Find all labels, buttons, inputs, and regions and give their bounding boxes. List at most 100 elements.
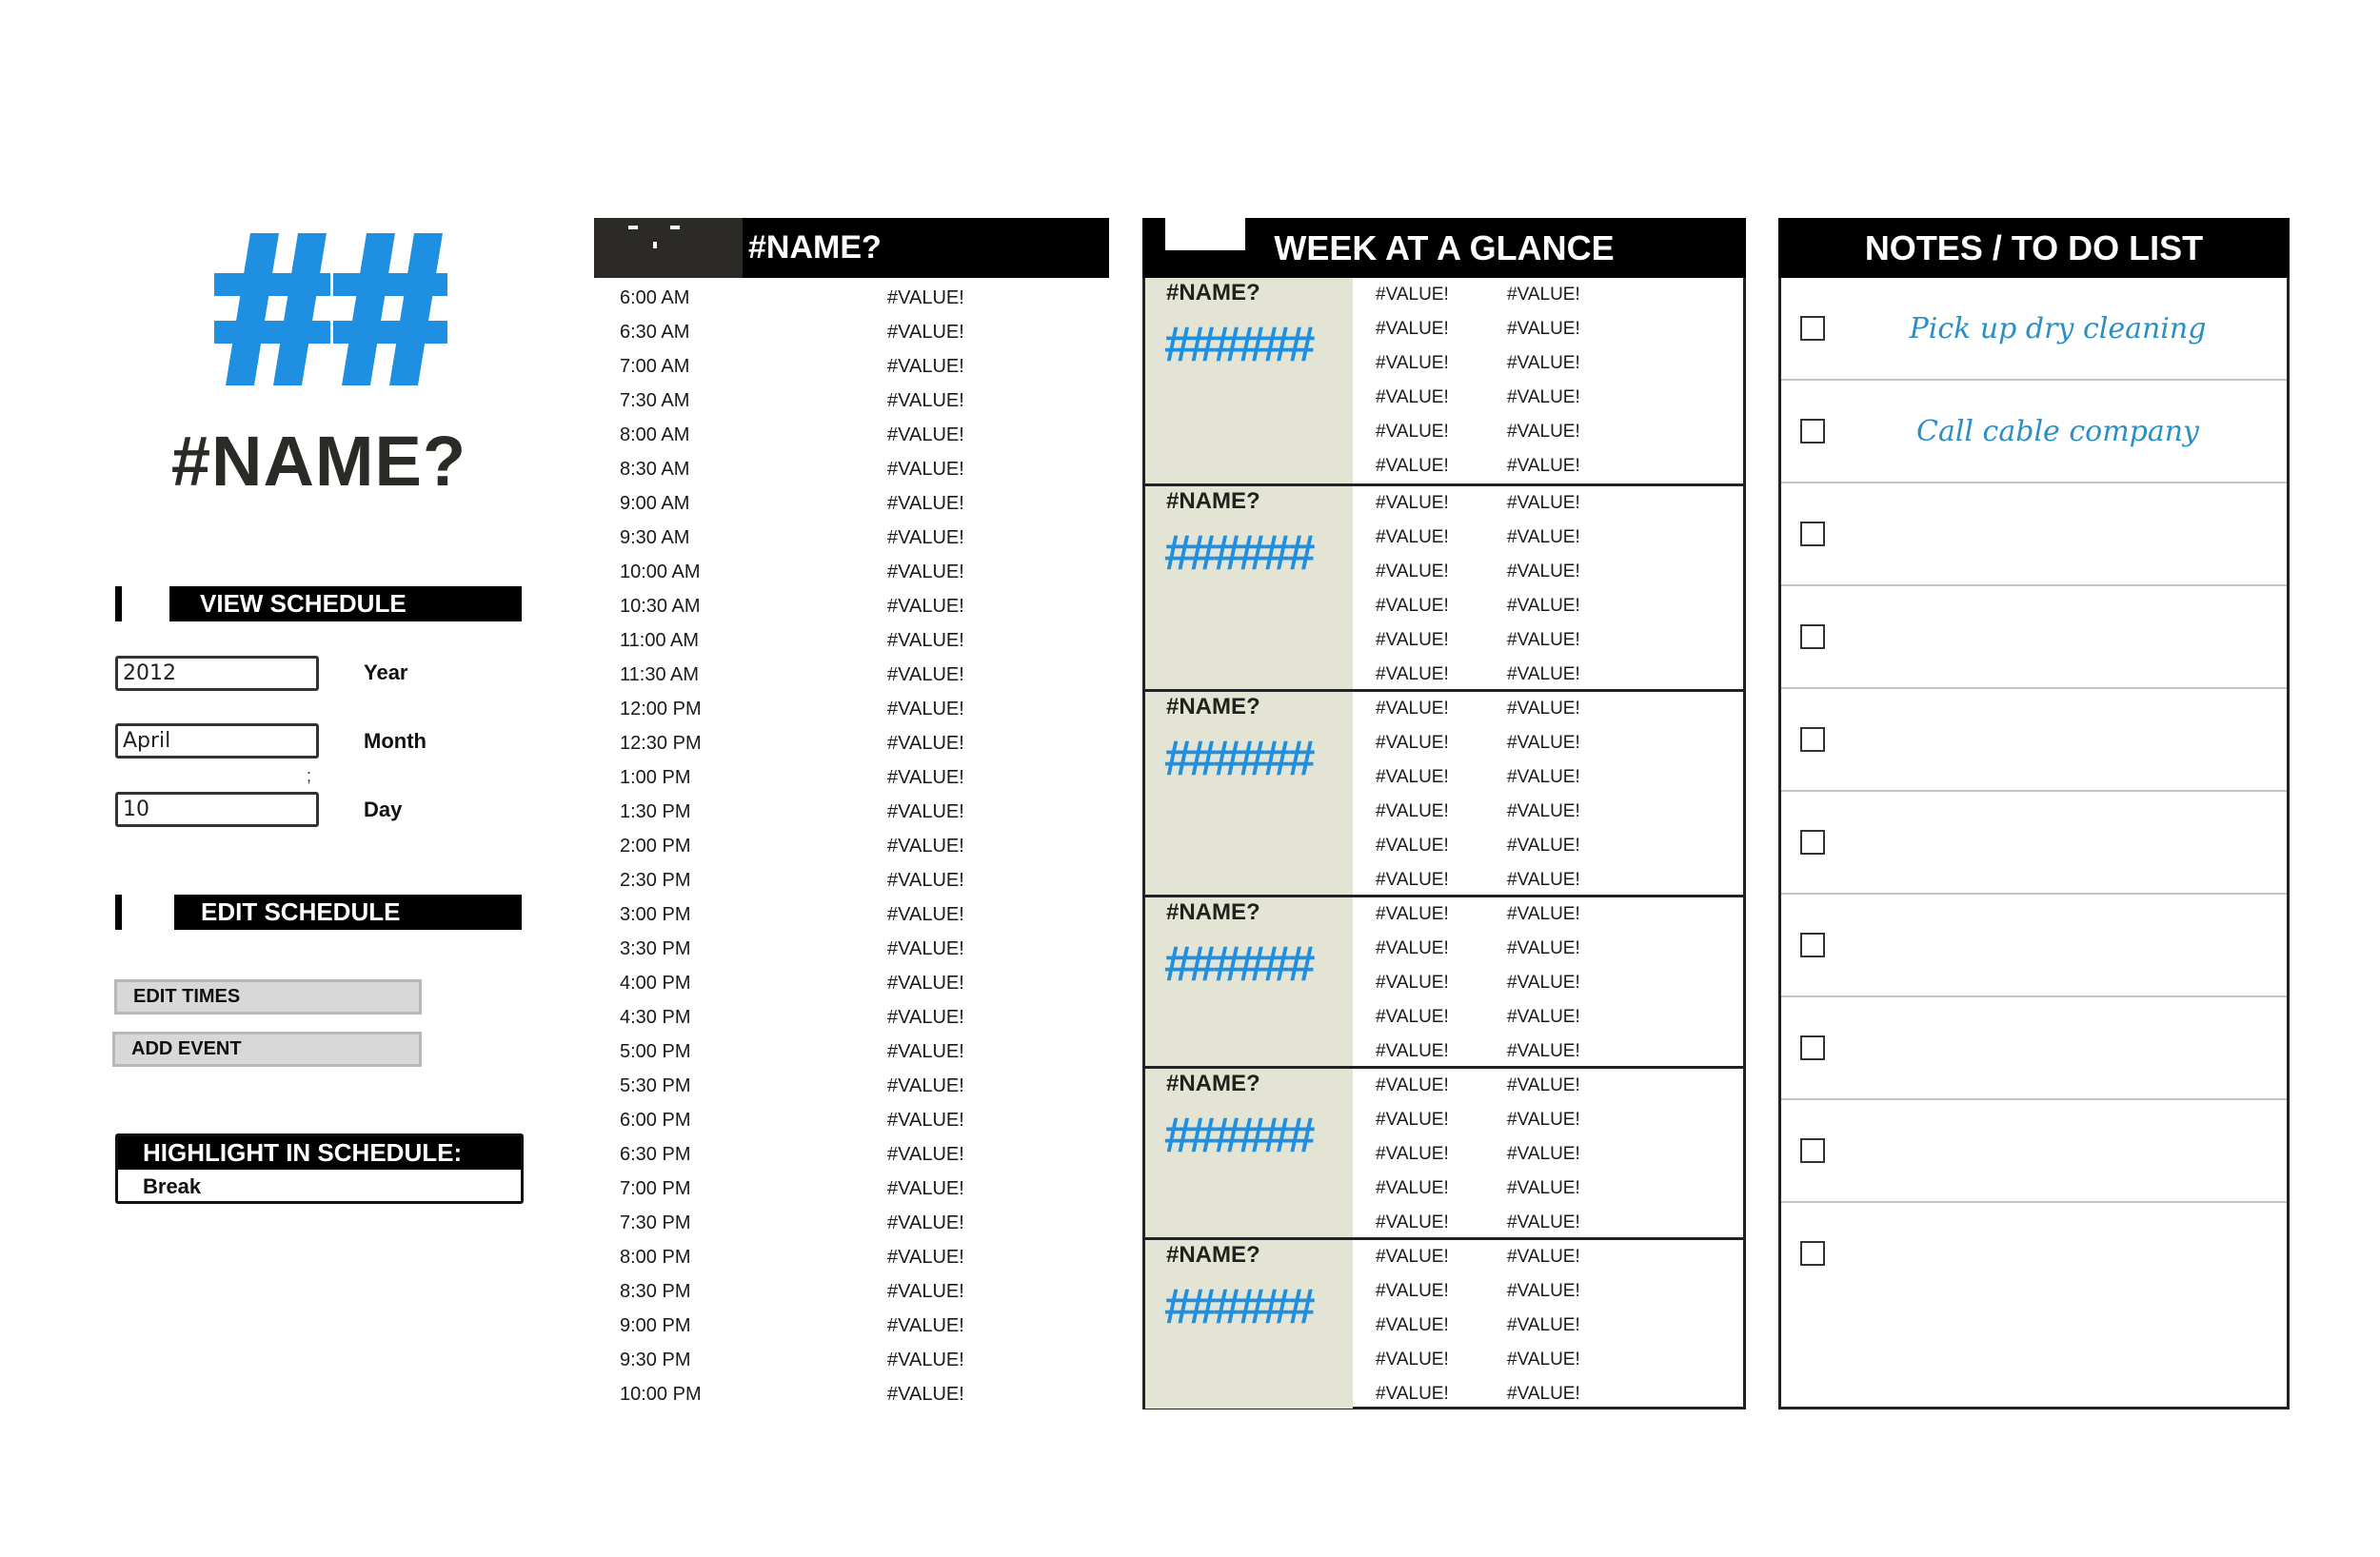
event-value: #VALUE! (887, 1144, 964, 1165)
time-label: 6:30 PM (620, 1144, 691, 1165)
time-label: 6:00 PM (620, 1110, 691, 1131)
time-slot-row[interactable]: 10:00 AM #VALUE! (620, 555, 1096, 589)
time-slot-row[interactable]: 1:00 PM #VALUE! (620, 760, 1096, 795)
event-value: #VALUE! (887, 562, 964, 582)
time-label: 2:00 PM (620, 836, 691, 857)
time-slot-row[interactable]: 9:00 AM #VALUE! (620, 486, 1096, 521)
week-entry-time: #VALUE! (1376, 493, 1449, 513)
time-slot-row[interactable]: 5:00 PM #VALUE! (620, 1035, 1096, 1069)
schedule-header-nav[interactable] (594, 218, 743, 278)
time-label: 4:00 PM (620, 973, 691, 994)
time-slot-row[interactable]: 7:30 AM #VALUE! (620, 384, 1096, 418)
todo-checkbox[interactable] (1800, 830, 1825, 855)
week-entry-event: #VALUE! (1507, 1075, 1580, 1095)
day-input[interactable]: 10 (115, 792, 319, 827)
todo-checkbox[interactable] (1800, 1138, 1825, 1163)
time-slot-row[interactable]: 7:00 PM #VALUE! (620, 1172, 1096, 1206)
week-entry-time: #VALUE! (1376, 1384, 1449, 1404)
time-slot-row[interactable]: 6:30 AM #VALUE! (620, 315, 1096, 349)
time-slot-row[interactable]: 11:00 AM #VALUE! (620, 623, 1096, 658)
time-slot-row[interactable]: 12:30 PM #VALUE! (620, 726, 1096, 760)
week-entry-time: #VALUE! (1376, 870, 1449, 890)
notes-panel: Pick up dry cleaning Call cable company (1778, 218, 2290, 1409)
week-entry-time: #VALUE! (1376, 562, 1449, 581)
edit-times-button[interactable]: EDIT TIMES (114, 979, 422, 1015)
time-slot-row[interactable]: 10:00 PM #VALUE! (620, 1377, 1096, 1411)
event-value: #VALUE! (887, 699, 964, 719)
time-slot-row[interactable]: 6:00 PM #VALUE! (620, 1103, 1096, 1137)
week-entry-time: #VALUE! (1376, 387, 1449, 407)
time-slot-row[interactable]: 9:30 AM #VALUE! (620, 521, 1096, 555)
day-side-panel: #NAME? ###### (1145, 278, 1353, 483)
event-value: #VALUE! (887, 390, 964, 411)
todo-text[interactable]: Pick up dry cleaning (1838, 278, 2277, 381)
time-slot-row[interactable]: 8:30 PM #VALUE! (620, 1274, 1096, 1309)
event-value: #VALUE! (887, 424, 964, 445)
day-side-panel: #NAME? ###### (1145, 897, 1353, 1066)
day-name: #NAME? (1166, 1242, 1260, 1268)
day-block: #NAME? ###### #VALUE! #VALUE! #VALUE! #VALUE!… (1145, 1237, 1743, 1409)
todo-checkbox[interactable] (1800, 1241, 1825, 1266)
time-slot-row[interactable]: 5:30 PM #VALUE! (620, 1069, 1096, 1103)
time-slot-row[interactable]: 3:00 PM #VALUE! (620, 897, 1096, 932)
schedule-day-name: #NAME? (748, 229, 882, 266)
time-slot-row[interactable]: 8:30 AM #VALUE! (620, 452, 1096, 486)
app-title: #NAME? (170, 422, 467, 501)
week-entry-event: #VALUE! (1507, 422, 1580, 442)
week-entry-event: #VALUE! (1507, 285, 1580, 305)
time-slot-row[interactable]: 7:00 AM #VALUE! (620, 349, 1096, 384)
week-entry-event: #VALUE! (1507, 1144, 1580, 1164)
time-slot-row[interactable]: 3:30 PM #VALUE! (620, 932, 1096, 966)
week-entry-event: #VALUE! (1507, 527, 1580, 547)
todo-item (1781, 1100, 2287, 1203)
time-slot-row[interactable]: 2:00 PM #VALUE! (620, 829, 1096, 863)
week-entry-time: #VALUE! (1376, 1350, 1449, 1370)
time-slot-row[interactable]: 1:30 PM #VALUE! (620, 795, 1096, 829)
time-label: 10:30 AM (620, 596, 701, 617)
time-slot-row[interactable]: 9:30 PM #VALUE! (620, 1343, 1096, 1377)
time-slot-row[interactable]: 9:00 PM #VALUE! (620, 1309, 1096, 1343)
stray-mark: ; (307, 766, 312, 785)
time-slot-row[interactable]: 7:30 PM #VALUE! (620, 1206, 1096, 1240)
event-value: #VALUE! (887, 938, 964, 959)
week-entry-time: #VALUE! (1376, 801, 1449, 821)
month-label: Month (364, 729, 426, 753)
todo-checkbox[interactable] (1800, 522, 1825, 546)
todo-text[interactable]: Call cable company (1838, 381, 2277, 483)
notes-list: Pick up dry cleaning Call cable company (1781, 278, 2287, 1407)
todo-checkbox[interactable] (1800, 419, 1825, 443)
time-slot-row[interactable]: 4:00 PM #VALUE! (620, 966, 1096, 1000)
day-date: ###### (1164, 1279, 1316, 1334)
add-event-button[interactable]: ADD EVENT (112, 1032, 422, 1067)
day-name: #NAME? (1166, 488, 1260, 514)
time-slot-row[interactable]: 11:30 AM #VALUE! (620, 658, 1096, 692)
day-side-panel: #NAME? ###### (1145, 486, 1353, 689)
time-slot-row[interactable]: 2:30 PM #VALUE! (620, 863, 1096, 897)
time-slot-row[interactable]: 10:30 AM #VALUE! (620, 589, 1096, 623)
week-entry-event: #VALUE! (1507, 1384, 1580, 1404)
week-entry-time: #VALUE! (1376, 664, 1449, 684)
section-marker (115, 586, 122, 621)
notes-header: NOTES / TO DO LIST (1778, 218, 2290, 278)
time-slot-row[interactable]: 4:30 PM #VALUE! (620, 1000, 1096, 1035)
todo-checkbox[interactable] (1800, 933, 1825, 957)
time-slot-row[interactable]: 6:30 PM #VALUE! (620, 1137, 1096, 1172)
time-slot-row[interactable]: 6:00 AM #VALUE! (620, 281, 1096, 315)
time-slot-row[interactable]: 8:00 PM #VALUE! (620, 1240, 1096, 1274)
time-label: 12:00 PM (620, 699, 702, 719)
highlight-select[interactable]: Break (143, 1172, 201, 1202)
year-input[interactable]: 2012 (115, 656, 319, 691)
event-value: #VALUE! (887, 1110, 964, 1131)
todo-checkbox[interactable] (1800, 316, 1825, 341)
week-entry-event: #VALUE! (1507, 596, 1580, 616)
week-entry-time: #VALUE! (1376, 1075, 1449, 1095)
week-entry-time: #VALUE! (1376, 1110, 1449, 1130)
week-entry-time: #VALUE! (1376, 699, 1449, 719)
time-label: 2:30 PM (620, 870, 691, 891)
time-slot-row[interactable]: 8:00 AM #VALUE! (620, 418, 1096, 452)
todo-checkbox[interactable] (1800, 1035, 1825, 1060)
month-input[interactable]: April (115, 723, 319, 759)
todo-checkbox[interactable] (1800, 727, 1825, 752)
time-slot-row[interactable]: 12:00 PM #VALUE! (620, 692, 1096, 726)
todo-checkbox[interactable] (1800, 624, 1825, 649)
